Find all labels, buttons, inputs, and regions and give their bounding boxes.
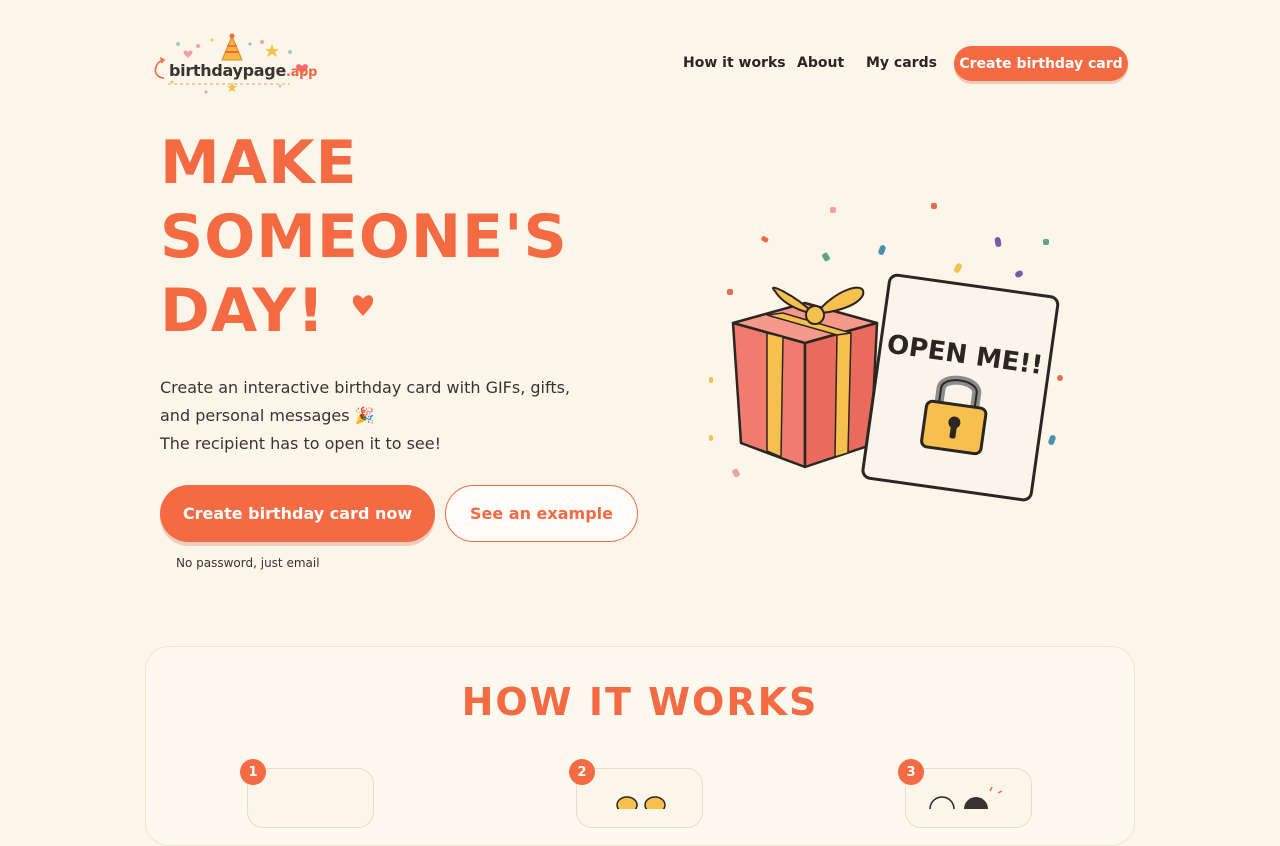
nav-about[interactable]: About [797, 55, 844, 71]
create-birthday-card-button[interactable]: Create birthday card [954, 46, 1128, 81]
step-card-3 [905, 768, 1032, 828]
logo-tld: .app [286, 65, 318, 80]
hero-title-line-1: MAKE [160, 128, 358, 198]
logo-text: birthdaypage.app [169, 61, 317, 80]
step-3-illustration-icon [929, 786, 1003, 809]
hero-description-line-2: and personal messages 🎉 [160, 406, 375, 425]
step-2-illustration-icon [616, 796, 666, 809]
step-card-1 [247, 768, 374, 828]
hero-description-line-1: Create an interactive birthday card with… [160, 378, 571, 397]
hero-title-line-2: SOMEONE'S [160, 202, 568, 272]
site-logo[interactable]: birthdaypage.app [150, 32, 320, 96]
open-me-card: OPEN ME!! [861, 273, 1060, 502]
step-card-2 [576, 768, 703, 828]
heart-icon [352, 295, 374, 316]
hero-note: No password, just email [176, 556, 320, 570]
hero-description-line-3: The recipient has to open it to see! [160, 434, 442, 453]
step-badge-3: 3 [898, 759, 924, 785]
step-badge-2: 2 [569, 759, 595, 785]
how-it-works-title: HOW IT WORKS [461, 680, 819, 724]
gift-card-illustration: OPEN ME!! [709, 203, 1063, 502]
logo-name: birthdaypage [169, 61, 287, 80]
create-birthday-card-now-button[interactable]: Create birthday card now [160, 485, 435, 542]
nav-my-cards[interactable]: My cards [866, 55, 937, 71]
step-badge-1: 1 [240, 759, 266, 785]
nav-how-it-works[interactable]: How it works [683, 55, 786, 71]
see-an-example-button[interactable]: See an example [445, 485, 638, 542]
gift-box-icon [731, 286, 879, 469]
hero-description: Create an interactive birthday card with… [160, 374, 620, 458]
